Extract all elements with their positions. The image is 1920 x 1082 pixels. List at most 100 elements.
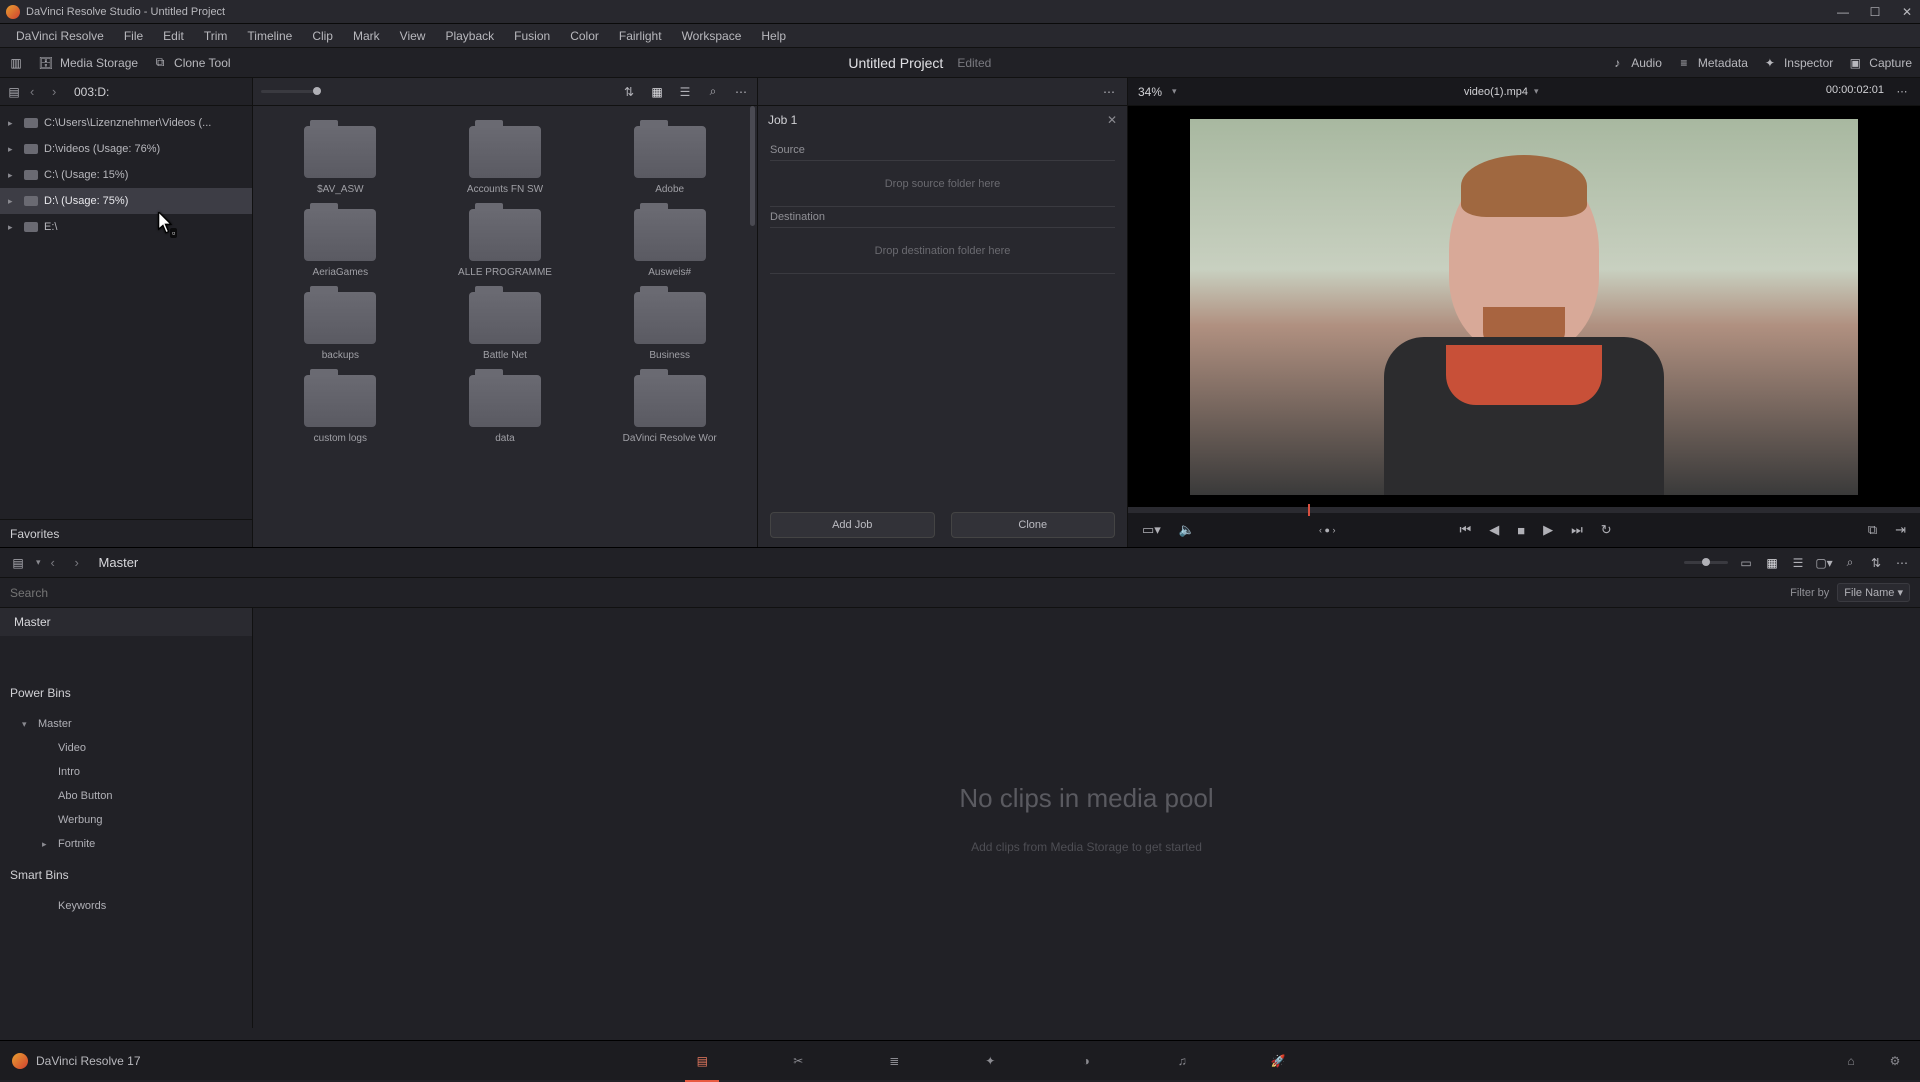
- audio-panel-button[interactable]: ♪Audio: [1609, 55, 1662, 71]
- bin-item[interactable]: Werbung: [0, 808, 252, 832]
- go-to-start-icon[interactable]: ⏮: [1460, 522, 1472, 538]
- nav-forward-icon[interactable]: ›: [52, 84, 66, 99]
- stop-icon[interactable]: ■: [1517, 523, 1525, 538]
- bin-master-header[interactable]: Master: [0, 608, 252, 636]
- more-options-icon[interactable]: ⋯: [733, 84, 749, 100]
- match-frame-icon[interactable]: ⧉: [1868, 522, 1877, 538]
- page-deliver-icon[interactable]: 🚀: [1267, 1050, 1289, 1072]
- loop-icon[interactable]: ↻: [1601, 522, 1612, 538]
- mark-in-out-icon[interactable]: ▭▾: [1142, 522, 1161, 538]
- clone-button[interactable]: Clone: [951, 512, 1116, 538]
- project-settings-icon[interactable]: ⚙: [1884, 1050, 1906, 1072]
- clone-tool-button[interactable]: ⧉Clone Tool: [152, 55, 230, 71]
- sidebar-toggle-icon[interactable]: ▤: [6, 84, 22, 100]
- zoom-level-label[interactable]: 34%: [1138, 85, 1162, 99]
- menu-file[interactable]: File: [114, 24, 153, 47]
- folder-item[interactable]: Business: [592, 286, 747, 361]
- media-storage-button[interactable]: 🗄Media Storage: [38, 55, 138, 71]
- menu-edit[interactable]: Edit: [153, 24, 194, 47]
- page-color-icon[interactable]: ◑: [1075, 1050, 1097, 1072]
- menu-fairlight[interactable]: Fairlight: [609, 24, 672, 47]
- viewer-options-icon[interactable]: ⋯: [1894, 84, 1910, 100]
- panel-toggle-button[interactable]: ▥: [8, 55, 24, 71]
- list-view-icon[interactable]: ☰: [677, 84, 693, 100]
- menu-mark[interactable]: Mark: [343, 24, 390, 47]
- pool-dropdown-icon[interactable]: ▾: [36, 557, 41, 568]
- folder-item[interactable]: DaVinci Resolve Wor: [592, 369, 747, 444]
- breadcrumb-master[interactable]: Master: [99, 555, 139, 570]
- pool-list-view-icon[interactable]: ☰: [1790, 555, 1806, 571]
- menu-help[interactable]: Help: [751, 24, 796, 47]
- pool-strip-view-icon[interactable]: ▭: [1738, 555, 1754, 571]
- window-maximize-icon[interactable]: ☐: [1868, 5, 1882, 19]
- play-icon[interactable]: ▶: [1543, 522, 1553, 538]
- job-close-icon[interactable]: ✕: [1107, 113, 1117, 127]
- go-to-end-icon[interactable]: ⏭: [1571, 522, 1583, 538]
- folder-item[interactable]: Ausweis#: [592, 203, 747, 278]
- step-back-icon[interactable]: ◀: [1489, 522, 1499, 538]
- folder-item[interactable]: AeriaGames: [263, 203, 418, 278]
- capture-panel-button[interactable]: ▣Capture: [1847, 55, 1912, 71]
- playhead[interactable]: [1308, 504, 1310, 516]
- menu-trim[interactable]: Trim: [194, 24, 238, 47]
- menu-fusion[interactable]: Fusion: [504, 24, 560, 47]
- smart-bin-item[interactable]: Keywords: [0, 894, 252, 918]
- search-icon[interactable]: ⌕: [705, 84, 721, 100]
- viewer-canvas[interactable]: [1128, 106, 1920, 507]
- page-edit-icon[interactable]: ≣: [883, 1050, 905, 1072]
- pool-filter-icon[interactable]: ⇅: [1868, 555, 1884, 571]
- viewer-scrub-bar[interactable]: [1128, 507, 1920, 513]
- inspector-panel-button[interactable]: ✦Inspector: [1762, 55, 1833, 71]
- drive-item[interactable]: ▸C:\ (Usage: 15%): [0, 162, 252, 188]
- menu-color[interactable]: Color: [560, 24, 609, 47]
- pool-options-icon[interactable]: ⋯: [1894, 555, 1910, 571]
- media-pool-canvas[interactable]: No clips in media pool Add clips from Me…: [253, 608, 1920, 1028]
- folder-item[interactable]: data: [428, 369, 583, 444]
- pool-thumb-slider[interactable]: [1684, 561, 1728, 564]
- add-job-button[interactable]: Add Job: [770, 512, 935, 538]
- insert-clip-icon[interactable]: ⇥: [1895, 522, 1906, 538]
- page-media-icon[interactable]: ▤: [691, 1050, 713, 1072]
- bin-item[interactable]: Abo Button: [0, 784, 252, 808]
- nav-back-icon[interactable]: ‹: [30, 84, 44, 99]
- grid-view-icon[interactable]: ▦: [649, 84, 665, 100]
- pool-search-icon[interactable]: ⌕: [1842, 555, 1858, 571]
- bin-item[interactable]: ▾Master: [0, 712, 252, 736]
- destination-drop-area[interactable]: Drop destination folder here: [770, 228, 1115, 274]
- menu-timeline[interactable]: Timeline: [237, 24, 302, 47]
- bin-item[interactable]: Video: [0, 736, 252, 760]
- folder-item[interactable]: Battle Net: [428, 286, 583, 361]
- page-fairlight-icon[interactable]: ♫: [1171, 1050, 1193, 1072]
- page-fusion-icon[interactable]: ✦: [979, 1050, 1001, 1072]
- scrollbar-thumb[interactable]: [750, 106, 755, 226]
- drive-item[interactable]: ▸C:\Users\Lizenznehmer\Videos (...: [0, 110, 252, 136]
- menu-clip[interactable]: Clip: [302, 24, 343, 47]
- pool-search-input[interactable]: [10, 586, 1790, 600]
- sort-icon[interactable]: ⇅: [621, 84, 637, 100]
- source-drop-area[interactable]: Drop source folder here: [770, 161, 1115, 207]
- clip-dropdown-icon[interactable]: ▾: [1534, 86, 1539, 97]
- clone-panel-options-icon[interactable]: ⋯: [1101, 84, 1117, 100]
- bin-item[interactable]: ▸Fortnite: [0, 832, 252, 856]
- thumbnail-size-slider[interactable]: [261, 90, 321, 93]
- window-minimize-icon[interactable]: —: [1836, 5, 1850, 19]
- jog-control[interactable]: ‹ ● ›: [1319, 525, 1335, 535]
- menu-davinci-resolve[interactable]: DaVinci Resolve: [6, 24, 114, 47]
- home-icon[interactable]: ⌂: [1840, 1050, 1862, 1072]
- pool-grid-view-icon[interactable]: ▦: [1764, 555, 1780, 571]
- folder-item[interactable]: Accounts FN SW: [428, 120, 583, 195]
- page-cut-icon[interactable]: ✂: [787, 1050, 809, 1072]
- folder-item[interactable]: Adobe: [592, 120, 747, 195]
- filter-by-select[interactable]: File Name ▾: [1837, 583, 1910, 602]
- folder-item[interactable]: backups: [263, 286, 418, 361]
- folder-item[interactable]: ALLE PROGRAMME: [428, 203, 583, 278]
- metadata-panel-button[interactable]: ≡Metadata: [1676, 55, 1748, 71]
- drive-item[interactable]: ▸D:\videos (Usage: 76%): [0, 136, 252, 162]
- pool-sidebar-toggle-icon[interactable]: ▤: [10, 555, 26, 571]
- pool-nav-back-icon[interactable]: ‹: [51, 555, 65, 570]
- drive-item[interactable]: ▸D:\ (Usage: 75%): [0, 188, 252, 214]
- window-close-icon[interactable]: ✕: [1900, 5, 1914, 19]
- folder-item[interactable]: custom logs: [263, 369, 418, 444]
- menu-view[interactable]: View: [390, 24, 436, 47]
- menu-playback[interactable]: Playback: [435, 24, 504, 47]
